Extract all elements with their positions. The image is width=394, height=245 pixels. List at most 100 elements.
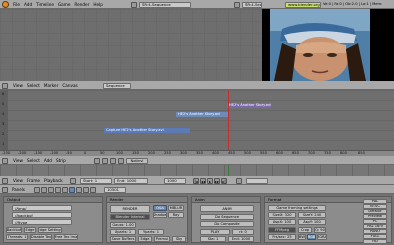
preset-default[interactable]: Default: [363, 209, 387, 214]
ftype-path-field[interactable]: //ftype: [12, 219, 72, 225]
object-icon[interactable]: [55, 186, 61, 193]
editing-icon[interactable]: [62, 186, 68, 193]
menu-view[interactable]: View: [13, 158, 23, 163]
screen-browse-icon[interactable]: [131, 1, 137, 8]
window-type-icon[interactable]: [2, 82, 8, 89]
aspy-field[interactable]: AspY: 100: [298, 219, 326, 225]
backbuf-path-field[interactable]: //backbuf: [12, 212, 72, 218]
sound-tab-icon[interactable]: [90, 186, 96, 193]
timeline-area[interactable]: [0, 165, 394, 176]
crop-toggle[interactable]: Crop: [298, 227, 312, 233]
preset-hd[interactable]: HD: [363, 239, 387, 244]
lock-icon[interactable]: [102, 157, 108, 164]
strip-movie-2[interactable]: HE2's Another Story.avi: [227, 103, 271, 108]
preset-full[interactable]: FULL: [363, 234, 387, 239]
mblur-toggle[interactable]: MBLUR: [168, 205, 184, 211]
sync-icon[interactable]: [236, 177, 242, 184]
scene-browse-icon[interactable]: [234, 1, 240, 8]
menu-add[interactable]: Add: [24, 2, 32, 7]
record-icon[interactable]: [70, 177, 76, 184]
preset-pano[interactable]: PANO: [363, 229, 387, 234]
preset-pal[interactable]: PAL: [363, 199, 387, 204]
xparts-field[interactable]: Xparts: 1: [110, 229, 136, 235]
strip-capture[interactable]: Capture HE2's Another Story.avi: [104, 128, 190, 133]
sizey-field[interactable]: SizeY: 240: [298, 212, 326, 218]
sequence-editor[interactable]: 6 5 4 3 2 1 Capture HE2's Another Story.…: [0, 90, 394, 150]
preset-preview[interactable]: Preview: [363, 214, 387, 219]
menu-timeline[interactable]: Timeline: [36, 2, 54, 7]
jump-start-icon[interactable]: |◂: [193, 177, 199, 184]
preset-ntsc[interactable]: NTSC: [363, 204, 387, 209]
menu-select[interactable]: Select: [27, 158, 40, 163]
blender-logo-icon[interactable]: [2, 1, 9, 8]
scene-icon[interactable]: [69, 186, 75, 193]
menu-add[interactable]: Add: [44, 158, 52, 163]
screen-name-field[interactable]: SR:4-Sequence: [139, 1, 191, 8]
threads-field[interactable]: Threads: 1: [6, 234, 28, 240]
notinvl-button[interactable]: Notinvl: [126, 157, 148, 164]
menu-game[interactable]: Game: [58, 2, 70, 7]
scene-name-field[interactable]: SR:4-Sequence: [242, 1, 262, 8]
edge-settings-button[interactable]: Edge Settings: [38, 227, 62, 233]
ray-toggle[interactable]: Ray: [168, 212, 184, 218]
gauss-field[interactable]: Gauss: 1.00: [110, 222, 136, 228]
prev-key-icon[interactable]: ◂◂: [200, 177, 206, 184]
keying-set-field[interactable]: [246, 177, 268, 184]
playhead[interactable]: [228, 90, 229, 150]
display-mode-select[interactable]: Sequence: [103, 82, 131, 89]
menu-view[interactable]: View: [13, 178, 23, 183]
current-frame-field[interactable]: 1000: [164, 177, 186, 184]
snap-icon[interactable]: [110, 157, 116, 164]
edge-toggle[interactable]: Edge: [24, 227, 36, 233]
game-framing-button[interactable]: Game framing settings: [268, 205, 326, 211]
menu-view[interactable]: View: [13, 83, 23, 88]
logic-icon[interactable]: [34, 186, 40, 193]
edge-toggle-render[interactable]: Edge: [138, 236, 152, 242]
anim-start-field[interactable]: Sta: 1: [200, 236, 226, 242]
play-icon[interactable]: ▸: [207, 177, 213, 184]
do-sequence-toggle[interactable]: Do Sequence: [200, 214, 254, 220]
menu-marker[interactable]: Marker: [44, 83, 58, 88]
preset-pal169[interactable]: PAL 16:9: [363, 224, 387, 229]
menu-select[interactable]: Select: [27, 83, 40, 88]
strip-movie[interactable]: HE2's Another Story.avi: [176, 112, 228, 117]
window-type-icon[interactable]: [2, 186, 8, 193]
sizex-field[interactable]: SizeX: 320: [268, 212, 296, 218]
jump-end-icon[interactable]: ▸|: [221, 177, 227, 184]
rgb-toggle[interactable]: RGB: [307, 234, 316, 240]
menu-file[interactable]: File: [13, 2, 20, 7]
menu-frame[interactable]: Frame: [27, 178, 40, 183]
menu-strip[interactable]: Strip: [56, 158, 66, 163]
preset-pc[interactable]: PC: [363, 219, 387, 224]
rgba-toggle[interactable]: RGBA: [317, 234, 327, 240]
premul-toggle[interactable]: Premul: [154, 236, 170, 242]
render-tab-icon[interactable]: [76, 186, 82, 193]
menu-help[interactable]: Help: [93, 2, 103, 7]
quality-field[interactable]: Q: 90: [314, 227, 326, 233]
output-path-field[interactable]: //tmp/: [12, 205, 72, 211]
shadow-toggle[interactable]: Shadow: [153, 212, 167, 218]
sky-toggle[interactable]: Sky: [172, 236, 186, 242]
menu-playback[interactable]: Playback: [44, 178, 63, 183]
frame-number-field[interactable]: 10501: [104, 186, 126, 193]
end-frame-field[interactable]: End: 1000: [114, 177, 148, 184]
anim-button[interactable]: ANIM: [200, 205, 254, 212]
render-button[interactable]: RENDER: [110, 205, 150, 213]
timeline-playhead[interactable]: [228, 165, 229, 176]
proxy-icon[interactable]: [118, 157, 124, 164]
panels-menu[interactable]: Panels: [12, 187, 25, 192]
play-button[interactable]: PLAY: [200, 229, 230, 235]
anim-tab-icon[interactable]: [83, 186, 89, 193]
window-type-icon[interactable]: [2, 157, 8, 164]
window-type-icon[interactable]: [2, 177, 8, 184]
shading-icon[interactable]: [48, 186, 54, 193]
backbuf-toggle[interactable]: Backbuf: [6, 227, 22, 233]
script-icon[interactable]: [41, 186, 47, 193]
render-engine-select[interactable]: Blender Internal: [110, 214, 150, 220]
start-frame-field[interactable]: Start: 1: [80, 177, 112, 184]
fps-field[interactable]: Frs/sec: 25: [268, 234, 296, 240]
menu-canvas[interactable]: Canvas: [62, 83, 77, 88]
next-key-icon[interactable]: ▸▸: [214, 177, 220, 184]
anim-end-field[interactable]: End: 1000: [228, 236, 254, 242]
zoom-icon[interactable]: [94, 157, 100, 164]
